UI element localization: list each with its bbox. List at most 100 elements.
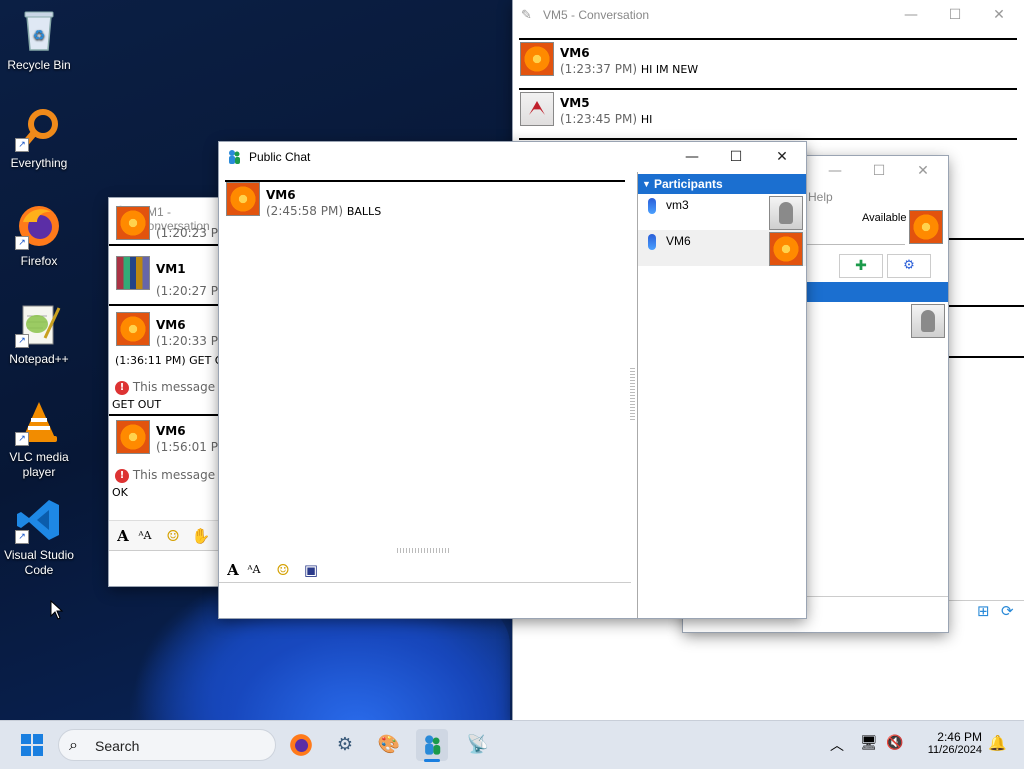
message-line: (2:45:58 PM) BALLS — [266, 204, 381, 218]
vertical-splitter-handle[interactable] — [630, 368, 635, 422]
network-icon[interactable]: 🖥 — [860, 735, 878, 751]
add-contact-button[interactable]: ✚ — [839, 254, 883, 278]
error-icon: ! — [115, 468, 129, 483]
desktop-icon-everything[interactable]: ↗ Everything — [2, 104, 76, 171]
person-icon — [648, 198, 656, 214]
public-chat-window[interactable]: Public Chat — ☐ ✕ VM6 (2:45:58 PM) BALLS… — [219, 142, 806, 618]
avatar — [520, 92, 554, 126]
taskbar-firefox-button[interactable] — [285, 729, 317, 761]
sender-name: VM6 — [156, 424, 186, 438]
emoticon-icon[interactable]: ☺ — [273, 561, 293, 579]
font-size-icon[interactable]: ᴬA — [135, 527, 155, 545]
divider — [805, 244, 905, 245]
vm1-conversation-window[interactable]: ✎ VM1 - Conversation (1:20:23 PM VM1 (1:… — [109, 198, 221, 586]
participants-header[interactable]: Participants — [638, 174, 806, 194]
participant-item[interactable]: vm3 — [638, 194, 806, 230]
participant-item[interactable]: VM6 — [638, 230, 806, 266]
volume-muted-icon[interactable]: 🔇 — [886, 735, 903, 751]
vm1-message-input[interactable] — [109, 550, 221, 586]
taskbar-chat-app-button[interactable] — [416, 729, 448, 762]
font-size-icon[interactable]: ᴬA — [244, 561, 264, 579]
avatar — [116, 256, 150, 290]
group-button[interactable]: ⚙ — [887, 254, 931, 278]
menu-help[interactable]: Help — [808, 190, 833, 204]
taskbar-chat-client-button[interactable]: 📡 — [462, 729, 494, 761]
selected-group-row[interactable] — [805, 282, 948, 302]
vscode-icon: ↗ — [15, 496, 63, 544]
error-icon: ! — [115, 380, 129, 395]
minimize-button[interactable]: — — [893, 4, 929, 26]
notice-text: This message — [132, 380, 216, 394]
clock-time: 2:46 PM — [937, 730, 982, 744]
mouse-cursor — [50, 599, 64, 623]
close-button[interactable]: ✕ — [764, 146, 800, 168]
start-button[interactable] — [16, 729, 48, 761]
desktop-icon-notepadpp[interactable]: ↗ Notepad++ — [2, 300, 76, 367]
desktop-icon-firefox[interactable]: ↗ Firefox — [2, 202, 76, 269]
avatar — [520, 42, 554, 76]
tray-chevron-up-icon[interactable]: ︿ — [830, 735, 844, 755]
desktop-icon-label: VLC media player — [9, 450, 69, 479]
window-title: VM5 - Conversation — [543, 8, 650, 22]
desktop-icon-label: Notepad++ — [9, 352, 69, 366]
emoticon-icon[interactable]: ☺ — [163, 527, 183, 545]
taskbar: ⌕ Search ⚙ 🎨 📡 ︿ 🖥 🔇 2:46 PM 11/26/2024 … — [0, 720, 1024, 769]
vm1-toolbar: A ᴬA ☺ ✋ — [109, 520, 221, 551]
save-icon[interactable]: ▣ — [301, 561, 321, 579]
desktop-icon-vlc[interactable]: ↗ VLC media player — [2, 398, 76, 480]
maximize-button[interactable]: ☐ — [718, 146, 754, 168]
message-separator — [519, 138, 1017, 140]
message-time: (1:20:27 PM — [156, 284, 221, 298]
shortcut-arrow-icon: ↗ — [15, 138, 29, 152]
own-avatar[interactable] — [909, 210, 943, 244]
svg-text:♻: ♻ — [33, 27, 46, 43]
everything-search-icon: ↗ — [15, 104, 63, 152]
contact-avatar — [911, 304, 945, 338]
avatar-partial — [115, 206, 155, 240]
attach-icon[interactable]: ✋ — [191, 527, 211, 545]
horizontal-splitter-handle[interactable] — [397, 548, 451, 553]
message-time: (1:23:37 PM) — [560, 62, 638, 76]
status-label[interactable]: Available — [862, 212, 906, 224]
taskbar-settings-button[interactable]: ⚙ — [329, 729, 361, 761]
participants-panel: Participants vm3 VM6 — [637, 172, 806, 618]
font-icon[interactable]: A — [113, 527, 133, 545]
maximize-button[interactable]: ☐ — [861, 160, 897, 182]
notice-subtext: OK — [112, 486, 128, 499]
desktop-icon-label: Everything — [10, 156, 68, 170]
message-separator — [109, 414, 221, 416]
clock[interactable]: 2:46 PM 11/26/2024 — [920, 730, 982, 756]
window-title: Public Chat — [249, 150, 311, 164]
shortcut-arrow-icon: ↗ — [15, 334, 29, 348]
person-icon — [648, 234, 656, 250]
chat-app-icon: ✎ — [521, 8, 532, 23]
message-line: (1:23:37 PM) HI IM NEW — [560, 62, 698, 76]
close-button[interactable]: ✕ — [981, 4, 1017, 26]
desktop-icon-recycle-bin[interactable]: ♻ Recycle Bin — [2, 6, 76, 73]
message-time: (1:20:33 PM — [156, 334, 221, 348]
font-icon[interactable]: A — [223, 561, 243, 579]
message-time: (2:45:58 PM) — [266, 204, 344, 218]
desktop-icon-vscode[interactable]: ↗ Visual Studio Code — [2, 496, 76, 578]
minimize-button[interactable]: — — [674, 146, 710, 168]
message-time: (1:20:23 PM — [156, 226, 221, 240]
notice-subtext: GET OUT — [112, 398, 162, 411]
chat-toolbar: A ᴬA ☺ ▣ — [219, 556, 631, 583]
shortcut-arrow-icon: ↗ — [15, 530, 29, 544]
desktop-icon-label: Visual Studio Code — [4, 548, 74, 577]
minimize-button[interactable]: — — [817, 160, 853, 182]
recycle-bin-icon: ♻ — [15, 6, 63, 54]
public-chat-titlebar[interactable]: Public Chat — ☐ ✕ — [219, 142, 806, 172]
contacts-footer-add-icon[interactable]: ⊞ — [977, 602, 990, 620]
avatar — [226, 182, 260, 216]
close-button[interactable]: ✕ — [905, 160, 941, 182]
vm5-message-log: VM6 (1:23:37 PM) HI IM NEW VM5 (1:23:45 … — [519, 38, 1017, 140]
notepadpp-icon: ↗ — [15, 300, 63, 348]
maximize-button[interactable]: ☐ — [937, 4, 973, 26]
taskbar-search-box[interactable]: ⌕ Search — [58, 729, 276, 761]
taskbar-paint-button[interactable]: 🎨 — [373, 729, 405, 761]
notification-bell-icon[interactable]: 🔔 — [988, 734, 1007, 752]
contacts-footer-sync-icon[interactable]: ⟳ — [1001, 602, 1014, 620]
vm5-titlebar[interactable]: ✎ VM5 - Conversation — ☐ ✕ — [513, 0, 1024, 30]
chat-message-input[interactable] — [219, 583, 631, 618]
